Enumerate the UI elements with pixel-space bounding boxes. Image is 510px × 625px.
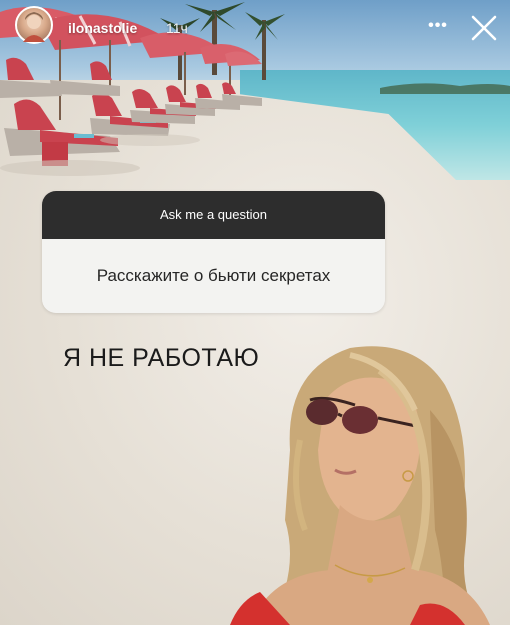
more-options-button[interactable]: ••• [423,14,453,38]
question-sticker[interactable]: Ask me a question Расскажите о бьюти сек… [42,191,385,313]
close-icon[interactable] [468,12,500,44]
selfie-photo [230,346,490,625]
story-view: ilonastolie 11ч ••• Ask me a question Ра… [0,0,510,625]
question-prompt: Ask me a question [42,191,385,239]
username[interactable]: ilonastolie [68,20,137,36]
question-text: Расскажите о бьюти секретах [42,239,385,313]
avatar-icon [23,12,45,42]
avatar[interactable] [15,6,53,44]
post-time: 11ч [166,20,188,36]
sun-lounger [222,82,262,106]
story-header: ilonastolie 11ч ••• [0,0,510,56]
